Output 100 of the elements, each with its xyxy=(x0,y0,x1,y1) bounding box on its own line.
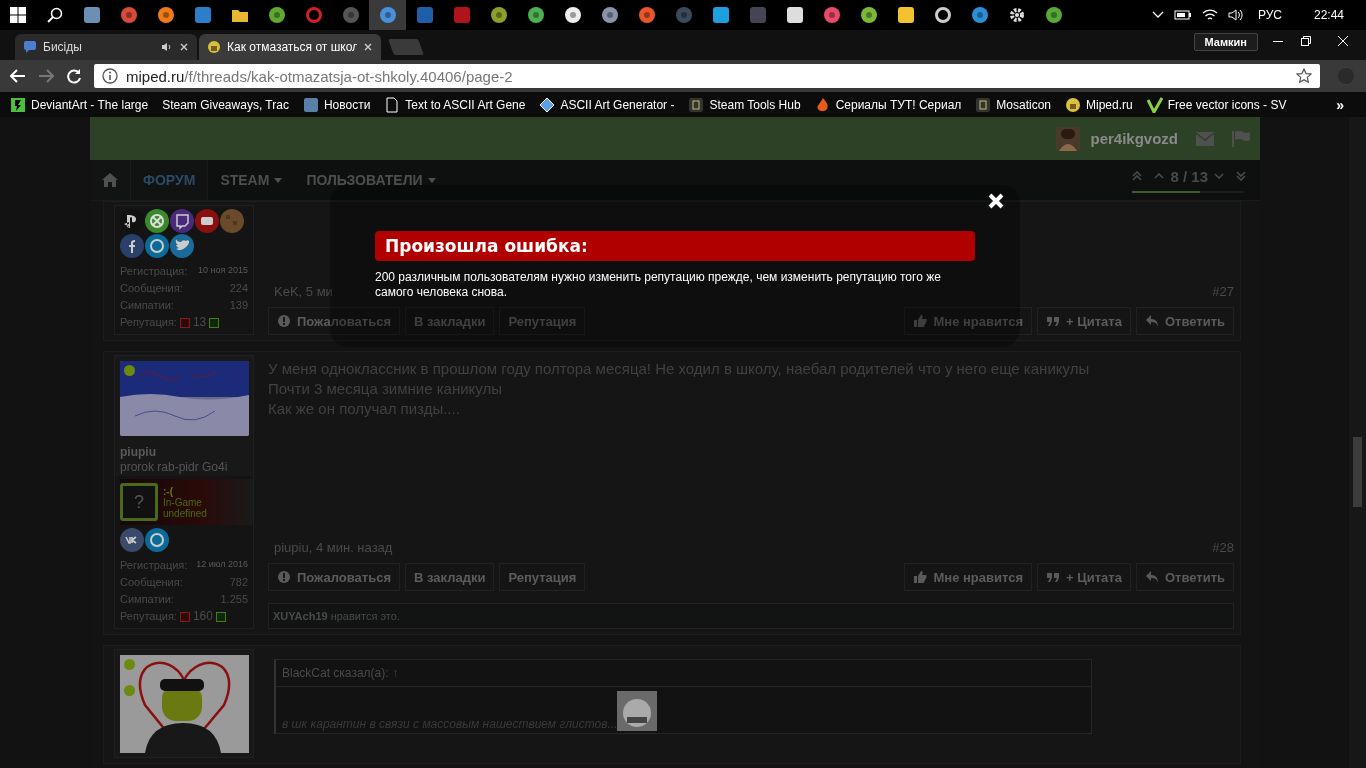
windows-logo-icon[interactable] xyxy=(10,7,26,23)
star-icon[interactable] xyxy=(1296,68,1312,84)
round-app-icon xyxy=(526,6,545,24)
bookmark-link[interactable]: Steam Giveaways, Trac xyxy=(162,97,289,112)
square-icon xyxy=(975,96,992,113)
square-app-icon xyxy=(711,6,730,24)
error-title: Произошла ошибка: xyxy=(375,231,975,261)
gear-icon xyxy=(1007,6,1026,24)
search-icon[interactable] xyxy=(46,7,63,23)
caret-icon xyxy=(427,177,436,183)
action-button[interactable]: Пожаловаться xyxy=(268,563,400,591)
battery-icon[interactable] xyxy=(1173,9,1192,21)
stat-value: 12 июл 2016 xyxy=(196,558,248,571)
reply-arrow-icon xyxy=(1144,570,1159,584)
address-field[interactable]: miped.ru/f/threads/kak-otmazatsja-ot-shkoly.40406/page-2 xyxy=(94,64,1320,88)
square-app-icon xyxy=(896,6,915,24)
nav-tab[interactable]: ПОЛЬЗОВАТЕЛИ xyxy=(294,160,448,200)
social-icon[interactable] xyxy=(145,234,169,258)
clock[interactable]: 22:44 xyxy=(1313,8,1344,22)
round-app-icon xyxy=(378,6,397,24)
plus-button[interactable] xyxy=(215,611,226,622)
action-button[interactable]: Мне нравится xyxy=(904,563,1033,591)
site-logo-icon xyxy=(207,40,221,54)
close-icon[interactable] xyxy=(179,42,189,52)
chat-icon xyxy=(23,40,37,54)
round-app-icon xyxy=(341,6,360,24)
round-app-icon xyxy=(637,6,656,24)
caret-icon xyxy=(274,177,283,183)
action-button[interactable]: В закладки xyxy=(405,563,495,591)
square-app-icon xyxy=(193,6,212,24)
page-icon xyxy=(384,96,401,113)
round-app-icon xyxy=(1044,6,1063,24)
bookmark-link[interactable]: Free vector icons - SV xyxy=(1146,96,1287,113)
action-button[interactable]: Ответить xyxy=(1135,307,1234,335)
site-logo-icon xyxy=(1065,96,1082,113)
quote-icon xyxy=(1046,314,1061,328)
action-button[interactable]: Ответить xyxy=(1135,563,1234,591)
bookmark-link[interactable]: Новости xyxy=(302,96,371,113)
bookmark-link[interactable]: Text to ASCII Art Gene xyxy=(384,96,526,113)
social-icon[interactable] xyxy=(145,528,169,552)
ring-app-icon xyxy=(933,6,952,24)
close-icon xyxy=(1338,36,1348,46)
info-icon[interactable] xyxy=(102,68,118,84)
square-app-icon xyxy=(415,6,434,24)
social-icon[interactable] xyxy=(120,234,144,258)
stat-value: 10 ноя 2015 xyxy=(198,264,248,277)
bookmark-link[interactable]: DeviantArt - The large xyxy=(10,96,149,113)
steam-status: In-Game xyxy=(163,496,203,508)
volume-icon[interactable] xyxy=(1227,8,1244,22)
restore-icon xyxy=(1301,36,1311,46)
exclamation-icon xyxy=(277,314,291,328)
page-counter: 8 / 13 xyxy=(1170,167,1208,185)
round-app-icon xyxy=(970,6,989,24)
square-app-icon xyxy=(452,6,471,24)
nav-tab[interactable]: STEAM xyxy=(208,160,295,200)
round-app-icon xyxy=(563,6,582,24)
bookmark-link[interactable]: Miped.ru xyxy=(1065,96,1133,113)
minimize-icon xyxy=(1273,40,1283,42)
action-button[interactable]: Репутация xyxy=(499,563,586,591)
round-app-icon xyxy=(600,6,619,24)
thumbs-up-icon xyxy=(913,314,928,328)
square-icon xyxy=(688,96,705,113)
close-icon[interactable] xyxy=(363,42,373,52)
nav-tab[interactable]: ФОРУМ xyxy=(130,160,209,200)
quote-link[interactable]: ↑ xyxy=(392,666,399,680)
reload-icon xyxy=(66,68,82,84)
square-icon xyxy=(302,96,319,113)
quote-icon xyxy=(1046,570,1061,584)
folder-icon xyxy=(230,7,249,23)
social-icon[interactable] xyxy=(195,209,219,233)
steam-game: undefined xyxy=(163,507,207,519)
username-link[interactable]: per4ikgvozd xyxy=(1090,130,1178,147)
bookmark-link[interactable]: Mosaticon xyxy=(975,96,1052,113)
bookmark-link[interactable]: ASCII Art Generator - xyxy=(539,96,675,113)
action-button[interactable]: + Цитата xyxy=(1037,563,1131,591)
action-button[interactable]: + Цитата xyxy=(1037,307,1131,335)
bookmark-link[interactable]: Сериалы ТУТ! Сериал xyxy=(814,96,962,113)
forward-arrow-icon xyxy=(38,69,54,83)
scrollbar-thumb[interactable] xyxy=(1353,437,1362,507)
more-bookmarks-button[interactable]: » xyxy=(1336,96,1356,113)
square-app-icon xyxy=(785,6,804,24)
browser-tab[interactable]: Бисіды xyxy=(15,34,197,60)
social-icon[interactable] xyxy=(120,528,144,552)
profile-button[interactable]: Мамкин xyxy=(1193,33,1258,51)
social-icon[interactable] xyxy=(145,209,169,233)
steam-mood: :-( xyxy=(163,485,174,497)
social-icon[interactable] xyxy=(170,234,194,258)
square-app-icon xyxy=(748,6,767,24)
language-indicator[interactable]: РУС xyxy=(1253,8,1286,22)
chevron-icon[interactable] xyxy=(1151,11,1164,19)
bookmark-link[interactable]: Steam Tools Hub xyxy=(688,96,801,113)
plus-button[interactable] xyxy=(209,317,220,328)
speaker-icon[interactable] xyxy=(161,42,173,52)
user-title: prorok rab-pidr Go4i xyxy=(120,460,229,474)
social-icon[interactable] xyxy=(170,209,194,233)
username-link[interactable]: piupiu xyxy=(120,445,248,459)
round-app-icon xyxy=(267,6,286,24)
action-button[interactable]: Пожаловаться xyxy=(268,307,400,335)
wifi-icon[interactable] xyxy=(1201,8,1218,22)
unknown-avatar: ? xyxy=(120,483,158,521)
